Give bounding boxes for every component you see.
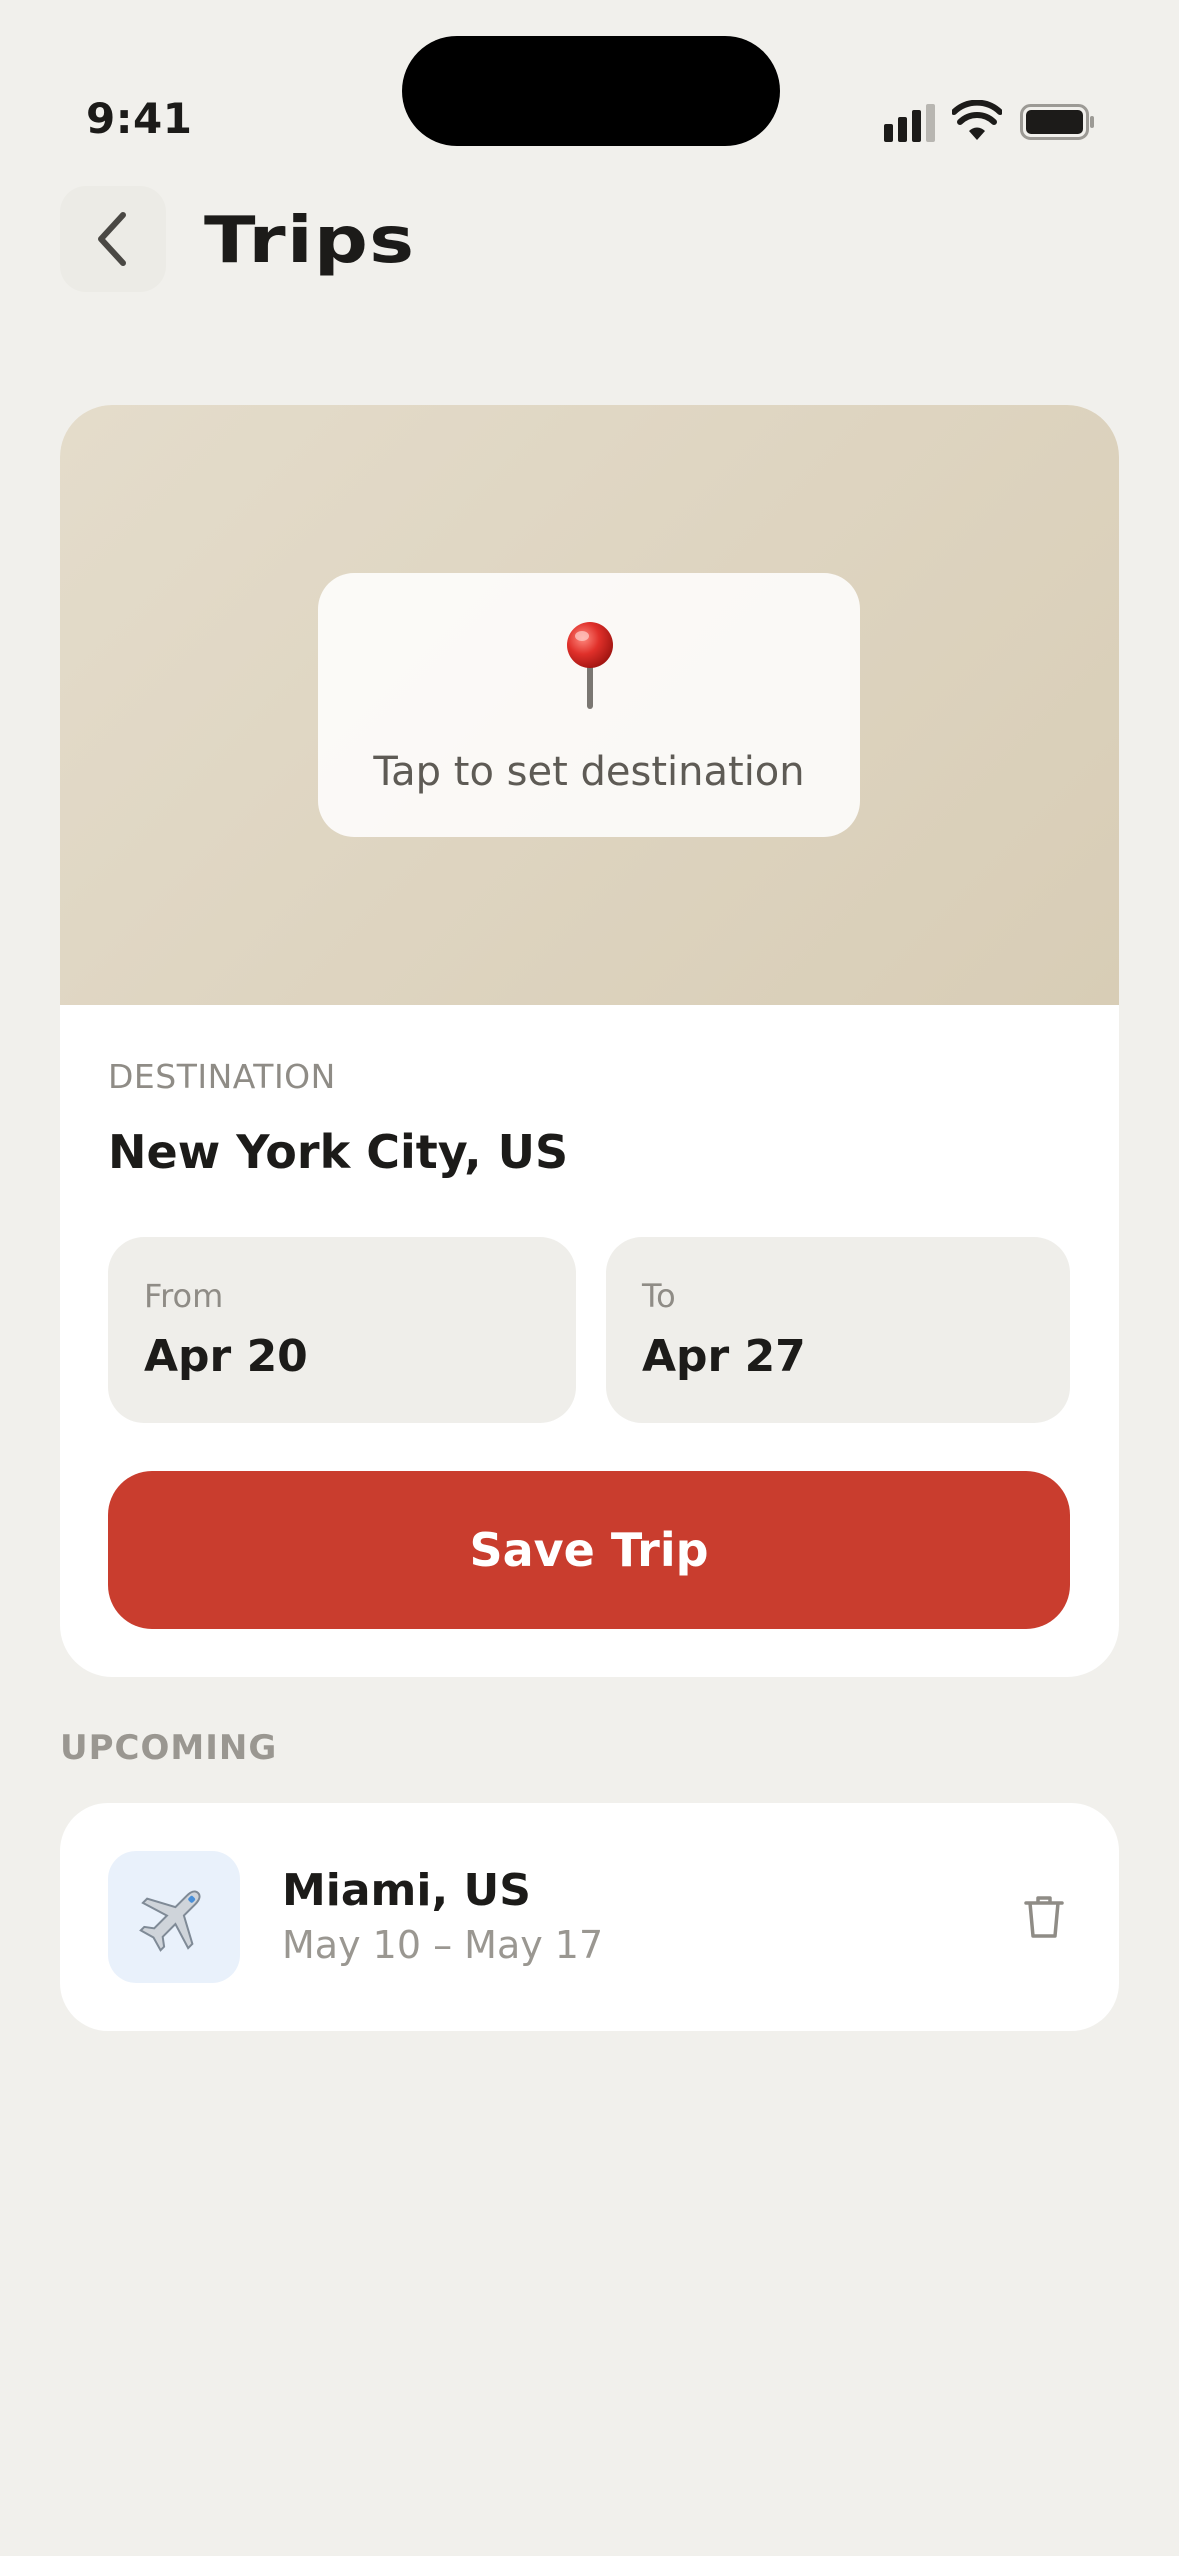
wifi-icon: [952, 100, 1002, 140]
list-item[interactable]: Miami, US May 10 – May 17: [60, 1803, 1119, 2031]
battery-icon: [1020, 104, 1094, 140]
set-destination-text: Tap to set destination: [373, 749, 805, 795]
from-date-label: From: [144, 1277, 224, 1315]
chevron-left-icon: [98, 212, 126, 266]
pushpin-icon: [567, 622, 613, 709]
cellular-signal-icon: [884, 104, 935, 142]
to-date-field[interactable]: To Apr 27: [606, 1237, 1070, 1423]
new-trip-card: Tap to set destination DESTINATION New Y…: [60, 405, 1119, 1677]
to-date-label: To: [642, 1277, 676, 1315]
destination-map[interactable]: Tap to set destination: [60, 405, 1119, 1005]
from-date-field[interactable]: From Apr 20: [108, 1237, 576, 1423]
dynamic-island: [402, 36, 780, 146]
to-date-value: Apr 27: [642, 1331, 806, 1382]
destination-label: DESTINATION: [108, 1057, 336, 1096]
save-trip-button[interactable]: Save Trip: [108, 1471, 1070, 1629]
airplane-icon: [108, 1851, 240, 1983]
status-bar: 9:41: [0, 0, 1179, 180]
set-destination-prompt[interactable]: Tap to set destination: [318, 573, 860, 837]
back-button[interactable]: [60, 186, 166, 292]
from-date-value: Apr 20: [144, 1331, 308, 1382]
trip-title: Miami, US: [282, 1865, 531, 1916]
status-time: 9:41: [86, 94, 193, 143]
page-title: Trips: [204, 204, 416, 278]
upcoming-section-label: UPCOMING: [60, 1728, 278, 1768]
trash-icon[interactable]: [1024, 1895, 1064, 1939]
trip-dates: May 10 – May 17: [282, 1923, 604, 1967]
header: Trips: [0, 186, 1179, 296]
destination-value[interactable]: New York City, US: [108, 1125, 568, 1179]
